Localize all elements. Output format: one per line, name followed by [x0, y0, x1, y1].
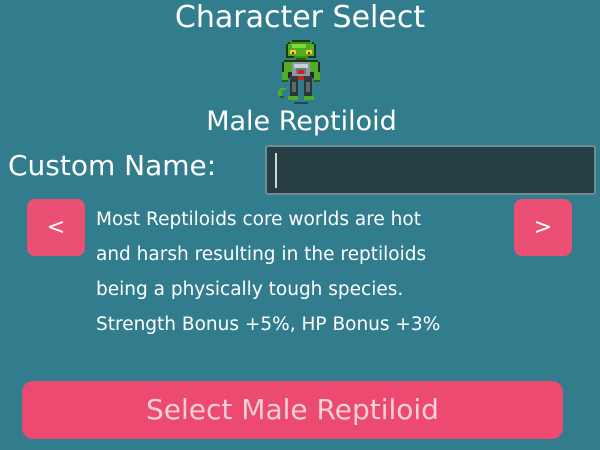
reptiloid-sprite-icon [278, 40, 320, 104]
description-line: Most Reptiloids core worlds are hot [96, 209, 421, 230]
next-species-button[interactable]: > [514, 199, 572, 256]
stat-bonus-line: Strength Bonus +5%, HP Bonus +3% [96, 314, 441, 335]
species-description: Most Reptiloids core worlds are hot and … [96, 202, 504, 342]
select-character-button[interactable]: Select Male Reptiloid [22, 381, 563, 439]
text-cursor [275, 153, 277, 188]
page-title: Character Select [174, 0, 426, 35]
description-line: being a physically tough species. [96, 279, 404, 300]
description-line: and harsh resulting in the reptiloids [96, 244, 427, 265]
custom-name-input[interactable] [265, 145, 596, 195]
custom-name-label: Custom Name: [8, 149, 217, 182]
species-name: Male Reptiloid [206, 106, 397, 137]
previous-species-button[interactable]: < [27, 199, 85, 256]
